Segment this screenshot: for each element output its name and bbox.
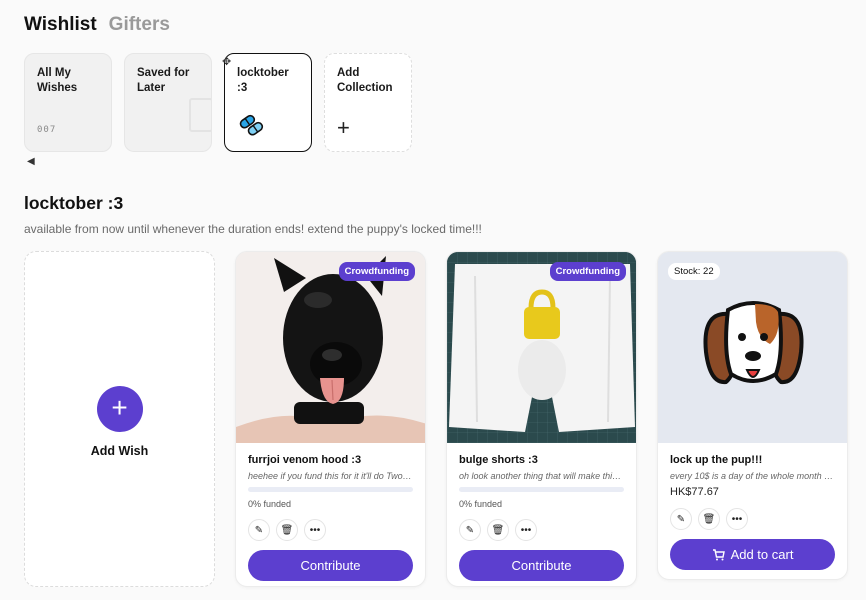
- add-wish-label: Add Wish: [90, 444, 149, 458]
- scroll-left-icon[interactable]: ◀: [27, 156, 35, 167]
- plus-icon: +: [337, 115, 350, 140]
- price-text: HK$77.67: [670, 486, 719, 498]
- more-button[interactable]: •••: [304, 519, 326, 541]
- funded-text: 0% funded: [248, 499, 292, 509]
- funding-progress-bar: [248, 487, 413, 492]
- plus-icon: +: [96, 386, 143, 432]
- add-collection-card[interactable]: Add Collection +: [324, 53, 412, 152]
- wish-description: oh look another thing that will make thi…: [459, 471, 624, 481]
- wish-description: heehee if you fund this for it it'll do …: [248, 471, 413, 481]
- wish-description: every 10$ is a day of the whole month lo…: [670, 471, 835, 481]
- collection-title: locktober :3: [237, 67, 289, 94]
- wish-card[interactable]: Crowdfunding furrjoi venom hood :3 heehe…: [235, 251, 426, 587]
- wish-name: bulge shorts :3: [459, 454, 538, 466]
- product-image-dog: Stock: 22: [658, 252, 847, 443]
- wish-name: lock up the pup!!!: [670, 454, 763, 466]
- contribute-label: Contribute: [511, 558, 572, 573]
- product-image-hood: Crowdfunding: [236, 252, 425, 443]
- delete-button[interactable]: 🗑: [487, 519, 509, 541]
- add-wish-card[interactable]: + Add Wish: [24, 251, 215, 587]
- dog-face-icon: [658, 252, 847, 443]
- top-tabs: Wishlist Gifters: [24, 14, 170, 36]
- collection-count: 007: [37, 125, 57, 135]
- trash-icon: 🗑: [702, 513, 716, 525]
- pencil-icon: ✎: [465, 524, 475, 536]
- wish-card[interactable]: Crowdfunding bulge shorts :3 oh look ano…: [446, 251, 637, 587]
- pencil-icon: ✎: [254, 524, 264, 536]
- tab-gifters[interactable]: Gifters: [109, 14, 170, 36]
- add-to-cart-label: Add to cart: [730, 547, 794, 562]
- tab-wishlist[interactable]: Wishlist: [24, 14, 97, 36]
- edit-button[interactable]: ✎: [459, 519, 481, 541]
- contribute-label: Contribute: [300, 558, 361, 573]
- trash-icon: 🗑: [280, 524, 294, 536]
- stock-badge: Stock: 22: [668, 263, 720, 280]
- contribute-button[interactable]: Contribute: [248, 550, 413, 581]
- more-button[interactable]: •••: [515, 519, 537, 541]
- crowdfunding-badge: Crowdfunding: [549, 262, 626, 281]
- collections-row: All My Wishes 007 Saved for Later lockto…: [24, 53, 412, 152]
- collection-title: Saved for Later: [137, 67, 190, 94]
- wish-card[interactable]: Stock: 22 lock up the pup!!! every 10$ i…: [657, 251, 848, 580]
- collection-heading: locktober :3: [24, 193, 124, 213]
- collection-saved-for-later[interactable]: Saved for Later: [124, 53, 212, 152]
- bookmark-icon: [189, 98, 211, 132]
- contribute-button[interactable]: Contribute: [459, 550, 624, 581]
- edit-button[interactable]: ✎: [248, 519, 270, 541]
- delete-button[interactable]: 🗑: [698, 508, 720, 530]
- funding-progress-bar: [459, 487, 624, 492]
- add-to-cart-button[interactable]: Add to cart: [670, 539, 835, 570]
- drag-handle-icon[interactable]: ✥: [222, 55, 231, 68]
- cart-icon: [712, 548, 725, 560]
- pill-icon: [239, 114, 264, 136]
- delete-button[interactable]: 🗑: [276, 519, 298, 541]
- wish-name: furrjoi venom hood :3: [248, 454, 362, 466]
- ellipsis-icon: •••: [520, 524, 532, 536]
- pencil-icon: ✎: [676, 513, 686, 525]
- crowdfunding-badge: Crowdfunding: [338, 262, 415, 281]
- collection-title: All My Wishes: [37, 67, 78, 94]
- collection-title: Add Collection: [337, 67, 393, 94]
- collection-all-my-wishes[interactable]: All My Wishes 007: [24, 53, 112, 152]
- product-image-shorts: Crowdfunding: [447, 252, 636, 443]
- ellipsis-icon: •••: [731, 513, 743, 525]
- collection-locktober[interactable]: locktober :3: [224, 53, 312, 152]
- funded-text: 0% funded: [459, 499, 503, 509]
- edit-button[interactable]: ✎: [670, 508, 692, 530]
- more-button[interactable]: •••: [726, 508, 748, 530]
- ellipsis-icon: •••: [309, 524, 321, 536]
- trash-icon: 🗑: [491, 524, 505, 536]
- collection-description: available from now until whenever the du…: [24, 222, 482, 236]
